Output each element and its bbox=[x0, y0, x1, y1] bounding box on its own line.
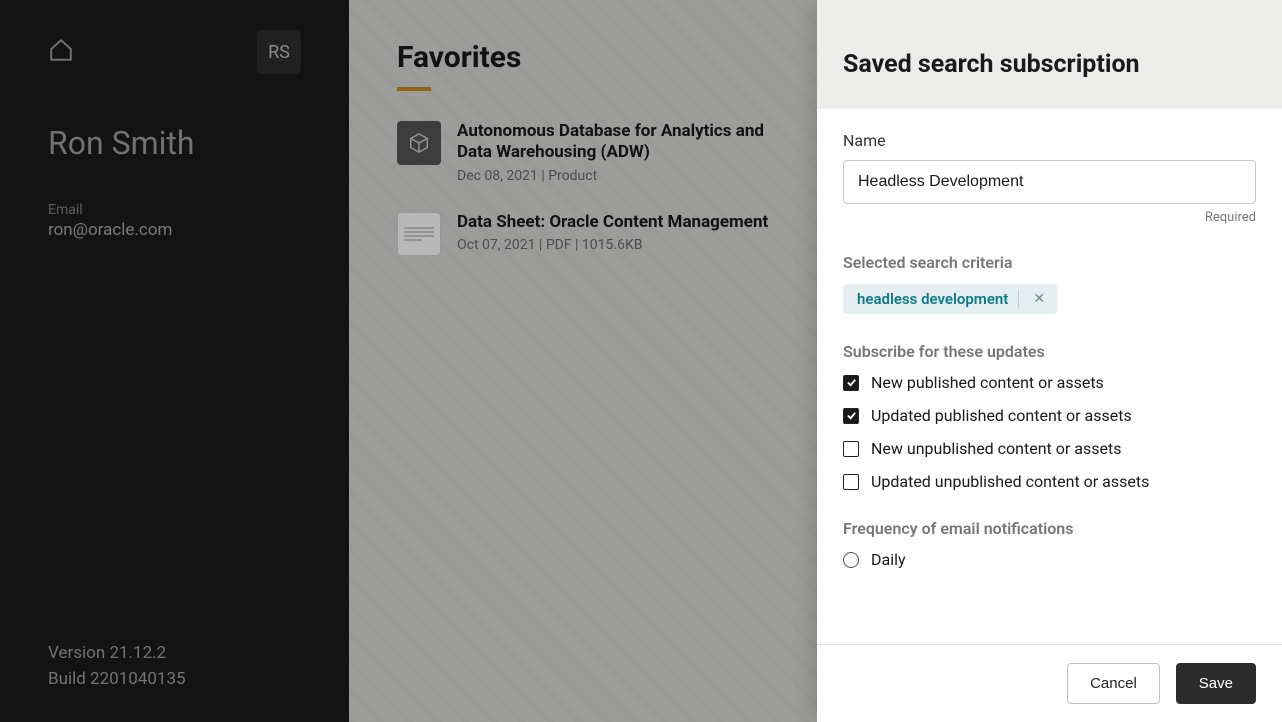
required-text: Required bbox=[843, 210, 1256, 225]
document-icon bbox=[397, 212, 441, 256]
cancel-button[interactable]: Cancel bbox=[1067, 663, 1160, 704]
checkbox-row[interactable]: New unpublished content or assets bbox=[843, 439, 1256, 458]
favorites-underline bbox=[397, 87, 431, 91]
favorite-item-meta: Oct 07, 2021 | PDF | 1015.6KB bbox=[457, 237, 768, 253]
saved-search-drawer: Saved search subscription Name Required … bbox=[817, 0, 1282, 722]
checkbox-label: New published content or assets bbox=[871, 373, 1104, 392]
build-text: Build 2201040135 bbox=[48, 667, 301, 693]
radio-label: Daily bbox=[871, 550, 906, 569]
checkbox-label: Updated unpublished content or assets bbox=[871, 472, 1149, 491]
checkbox[interactable] bbox=[843, 375, 859, 391]
user-name: Ron Smith bbox=[48, 124, 301, 162]
updates-section-label: Subscribe for these updates bbox=[843, 342, 1256, 361]
checkbox[interactable] bbox=[843, 474, 859, 490]
drawer-title: Saved search subscription bbox=[843, 50, 1256, 79]
checkbox-label: Updated published content or assets bbox=[871, 406, 1132, 425]
checkbox-row[interactable]: Updated unpublished content or assets bbox=[843, 472, 1256, 491]
favorite-item-title: Autonomous Database for Analytics and Da… bbox=[457, 121, 797, 164]
frequency-section-label: Frequency of email notifications bbox=[843, 519, 1256, 538]
radio-row[interactable]: Daily bbox=[843, 550, 1256, 569]
avatar[interactable]: RS bbox=[257, 30, 301, 74]
favorite-item-meta: Dec 08, 2021 | Product bbox=[457, 168, 797, 184]
cube-icon bbox=[397, 121, 441, 165]
home-icon[interactable] bbox=[48, 37, 74, 67]
chip-text: headless development bbox=[857, 290, 1008, 308]
favorite-item-title: Data Sheet: Oracle Content Management bbox=[457, 212, 768, 233]
name-label: Name bbox=[843, 131, 1256, 150]
checkbox[interactable] bbox=[843, 408, 859, 424]
checkbox[interactable] bbox=[843, 441, 859, 457]
criteria-section-label: Selected search criteria bbox=[843, 253, 1256, 272]
version-text: Version 21.12.2 bbox=[48, 641, 301, 667]
email-label: Email bbox=[48, 202, 301, 218]
chip-remove-icon[interactable]: ✕ bbox=[1029, 291, 1049, 307]
checkbox-row[interactable]: Updated published content or assets bbox=[843, 406, 1256, 425]
chip-separator bbox=[1018, 290, 1019, 308]
avatar-initials: RS bbox=[268, 42, 290, 63]
list-item[interactable]: Autonomous Database for Analytics and Da… bbox=[397, 121, 797, 184]
checkbox-row[interactable]: New published content or assets bbox=[843, 373, 1256, 392]
email-value: ron@oracle.com bbox=[48, 220, 301, 240]
name-input[interactable] bbox=[843, 160, 1256, 204]
favorites-title: Favorites bbox=[397, 40, 521, 75]
save-button[interactable]: Save bbox=[1176, 663, 1256, 704]
profile-sidebar: RS Ron Smith Email ron@oracle.com Versio… bbox=[0, 0, 349, 722]
checkbox-label: New unpublished content or assets bbox=[871, 439, 1121, 458]
criteria-chip: headless development ✕ bbox=[843, 284, 1057, 314]
list-item[interactable]: Data Sheet: Oracle Content Management Oc… bbox=[397, 212, 797, 256]
radio[interactable] bbox=[843, 552, 859, 568]
